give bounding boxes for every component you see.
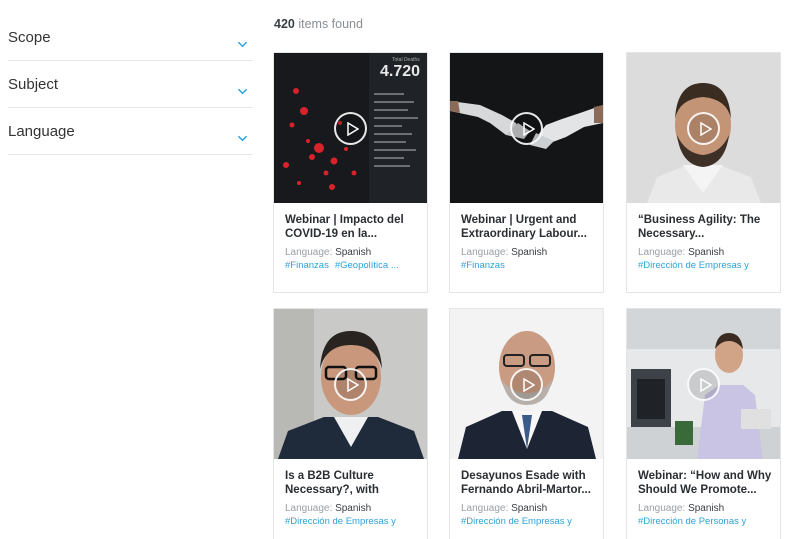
filter-scope-label: Scope (8, 29, 51, 46)
play-button[interactable] (334, 368, 367, 401)
card-thumbnail[interactable] (274, 309, 427, 459)
language-value: Spanish (335, 503, 372, 514)
filter-scope[interactable]: Scope (8, 14, 252, 61)
card-language: Language: Spanish (461, 503, 595, 514)
language-value: Spanish (511, 503, 548, 514)
tag-link[interactable]: #Geopolítica ... (335, 260, 399, 271)
language-label: Language: (638, 247, 689, 258)
play-icon (700, 122, 712, 136)
play-button[interactable] (687, 112, 720, 145)
language-value: Spanish (511, 247, 548, 258)
card-tags: #Dirección de Personas y (638, 516, 772, 527)
card-title-line: Fernando Abril-Martor... (461, 484, 591, 496)
card-title-line: Desayunos Esade with (461, 470, 586, 482)
language-label: Language: (285, 247, 336, 258)
card-title-line: Should We Promote... (638, 484, 757, 496)
content-card[interactable]: Desayunos Esade with Fernando Abril-Marto… (449, 308, 604, 539)
play-icon (700, 378, 712, 392)
card-title-line: Webinar: “How and Why (638, 470, 772, 482)
card-thumbnail[interactable] (627, 53, 780, 203)
card-thumbnail[interactable]: Total Deaths 4.720 (274, 53, 427, 203)
card-thumbnail[interactable] (627, 309, 780, 459)
filter-subject-label: Subject (8, 76, 59, 93)
play-icon (347, 122, 359, 136)
play-icon (523, 378, 535, 392)
language-value: Spanish (335, 247, 372, 258)
results-count: 420 items found (274, 17, 363, 31)
content-card[interactable]: “Business Agility: The Necessary... Langu… (626, 52, 781, 293)
card-title[interactable]: “Business Agility: The Necessary... (638, 213, 772, 241)
play-icon (347, 378, 359, 392)
card-title-line: Extraordinary Labour... (461, 228, 587, 240)
card-title[interactable]: Webinar: “How and Why Should We Promote..… (638, 469, 772, 497)
card-tags: #Dirección de Empresas y (638, 260, 772, 271)
card-title[interactable]: Is a B2B Culture Necessary?, with Óscar..… (285, 469, 419, 497)
chevron-down-icon (238, 88, 247, 95)
card-title-line: Necessary... (638, 228, 705, 240)
card-title-line: Webinar | Urgent and (461, 214, 577, 226)
card-language: Language: Spanish (638, 503, 772, 514)
card-title-line: Webinar | Impacto del (285, 214, 404, 226)
play-icon (523, 122, 535, 136)
filter-sidebar: Scope Subject Language (8, 14, 252, 155)
card-thumbnail[interactable] (450, 309, 603, 459)
card-tags: #Dirección de Empresas y (461, 516, 595, 527)
language-value: Spanish (688, 503, 725, 514)
dashboard-value: 4.720 (380, 63, 421, 80)
language-label: Language: (285, 503, 336, 514)
card-language: Language: Spanish (638, 247, 772, 258)
content-card[interactable]: Webinar: “How and Why Should We Promote..… (626, 308, 781, 539)
tag-link[interactable]: #Dirección de Empresas y (461, 516, 572, 527)
filter-language[interactable]: Language (8, 108, 252, 155)
results-count-suffix: items found (294, 17, 363, 31)
card-title[interactable]: Webinar | Impacto del COVID-19 en la... (285, 213, 419, 241)
card-title-line: COVID-19 en la... (285, 228, 378, 240)
card-title-line: “Business Agility: The (638, 214, 761, 226)
language-label: Language: (461, 503, 512, 514)
card-title[interactable]: Webinar | Urgent and Extraordinary Labour… (461, 213, 595, 241)
language-value: Spanish (688, 247, 725, 258)
filter-language-label: Language (8, 123, 75, 140)
content-card[interactable]: Webinar | Urgent and Extraordinary Labour… (449, 52, 604, 293)
filter-subject[interactable]: Subject (8, 61, 252, 108)
tag-link[interactable]: #Finanzas (285, 260, 329, 271)
tag-link[interactable]: #Dirección de Personas y (638, 516, 746, 527)
card-tags: #Finanzas #Geopolítica ... (285, 260, 419, 271)
tag-link[interactable]: #Dirección de Empresas y (285, 516, 396, 527)
card-language: Language: Spanish (461, 247, 595, 258)
card-language: Language: Spanish (285, 247, 419, 258)
tag-link[interactable]: #Dirección de Empresas y (638, 260, 749, 271)
play-button[interactable] (334, 112, 367, 145)
tag-link[interactable]: #Finanzas (461, 260, 505, 271)
card-tags: #Finanzas (461, 260, 595, 271)
content-card[interactable]: Is a B2B Culture Necessary?, with Óscar..… (273, 308, 428, 539)
language-label: Language: (461, 247, 512, 258)
play-button[interactable] (687, 368, 720, 401)
chevron-down-icon (238, 135, 247, 142)
chevron-down-icon (238, 41, 247, 48)
content-card[interactable]: Total Deaths 4.720 Webinar | Impacto del… (273, 52, 428, 293)
results-count-number: 420 (274, 17, 295, 31)
card-language: Language: Spanish (285, 503, 419, 514)
card-tags: #Dirección de Empresas y (285, 516, 419, 527)
language-label: Language: (638, 503, 689, 514)
card-title-line: Necessary?, with Óscar... (285, 484, 379, 496)
card-title[interactable]: Desayunos Esade with Fernando Abril-Marto… (461, 469, 595, 497)
card-title-line: Is a B2B Culture (285, 470, 374, 482)
card-thumbnail[interactable] (450, 53, 603, 203)
play-button[interactable] (510, 112, 543, 145)
play-button[interactable] (510, 368, 543, 401)
